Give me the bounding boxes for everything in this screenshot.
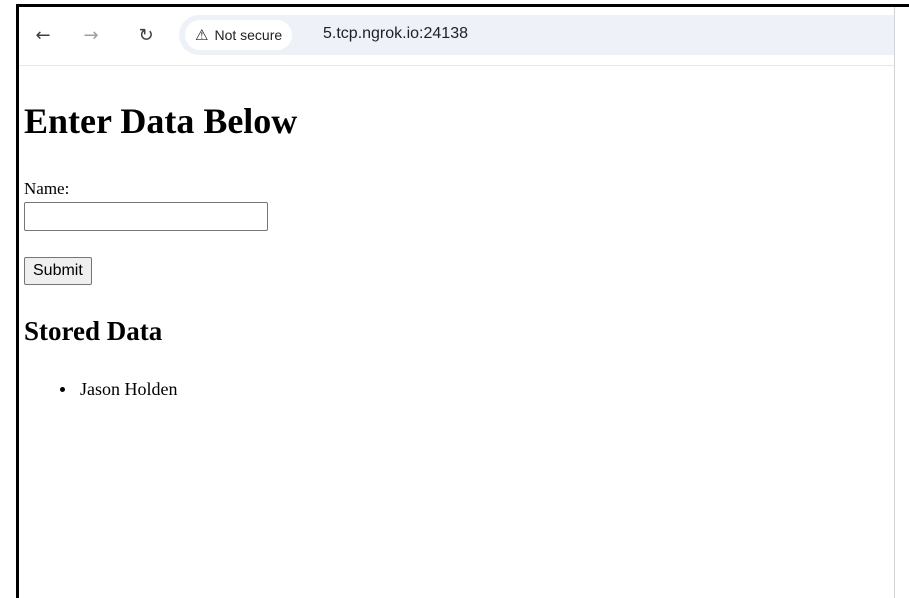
security-chip-label: Not secure <box>214 27 283 43</box>
back-button[interactable]: ← <box>29 21 57 49</box>
list-item-text: Jason Holden <box>80 379 178 399</box>
reload-icon: ↻ <box>138 24 154 46</box>
arrow-left-icon: ← <box>35 24 51 46</box>
name-input[interactable] <box>24 202 268 231</box>
window-border-left <box>16 4 19 598</box>
bullet-icon <box>60 387 65 392</box>
reload-button[interactable]: ↻ <box>132 21 160 49</box>
security-chip[interactable]: ⚠ Not secure <box>185 20 293 50</box>
arrow-right-icon: → <box>83 24 99 46</box>
browser-toolbar: ← → ↻ ⚠ Not secure 5.tcp.ngrok.io:24138 <box>19 7 894 66</box>
browser-window: ← → ↻ ⚠ Not secure 5.tcp.ngrok.io:24138 … <box>0 0 909 598</box>
url-text[interactable]: 5.tcp.ngrok.io:24138 <box>323 25 468 43</box>
name-label: Name: <box>24 179 70 198</box>
stored-data-list: Jason Holden <box>24 378 178 400</box>
scrollbar-edge <box>894 7 895 598</box>
address-bar[interactable]: ⚠ Not secure 5.tcp.ngrok.io:24138 <box>179 15 894 55</box>
page-title: Enter Data Below <box>24 101 298 141</box>
stored-data-heading: Stored Data <box>24 316 163 346</box>
submit-button[interactable]: Submit <box>24 257 92 285</box>
warning-triangle-icon: ⚠ <box>195 26 209 44</box>
forward-button[interactable]: → <box>77 21 105 49</box>
list-item: Jason Holden <box>24 378 178 400</box>
